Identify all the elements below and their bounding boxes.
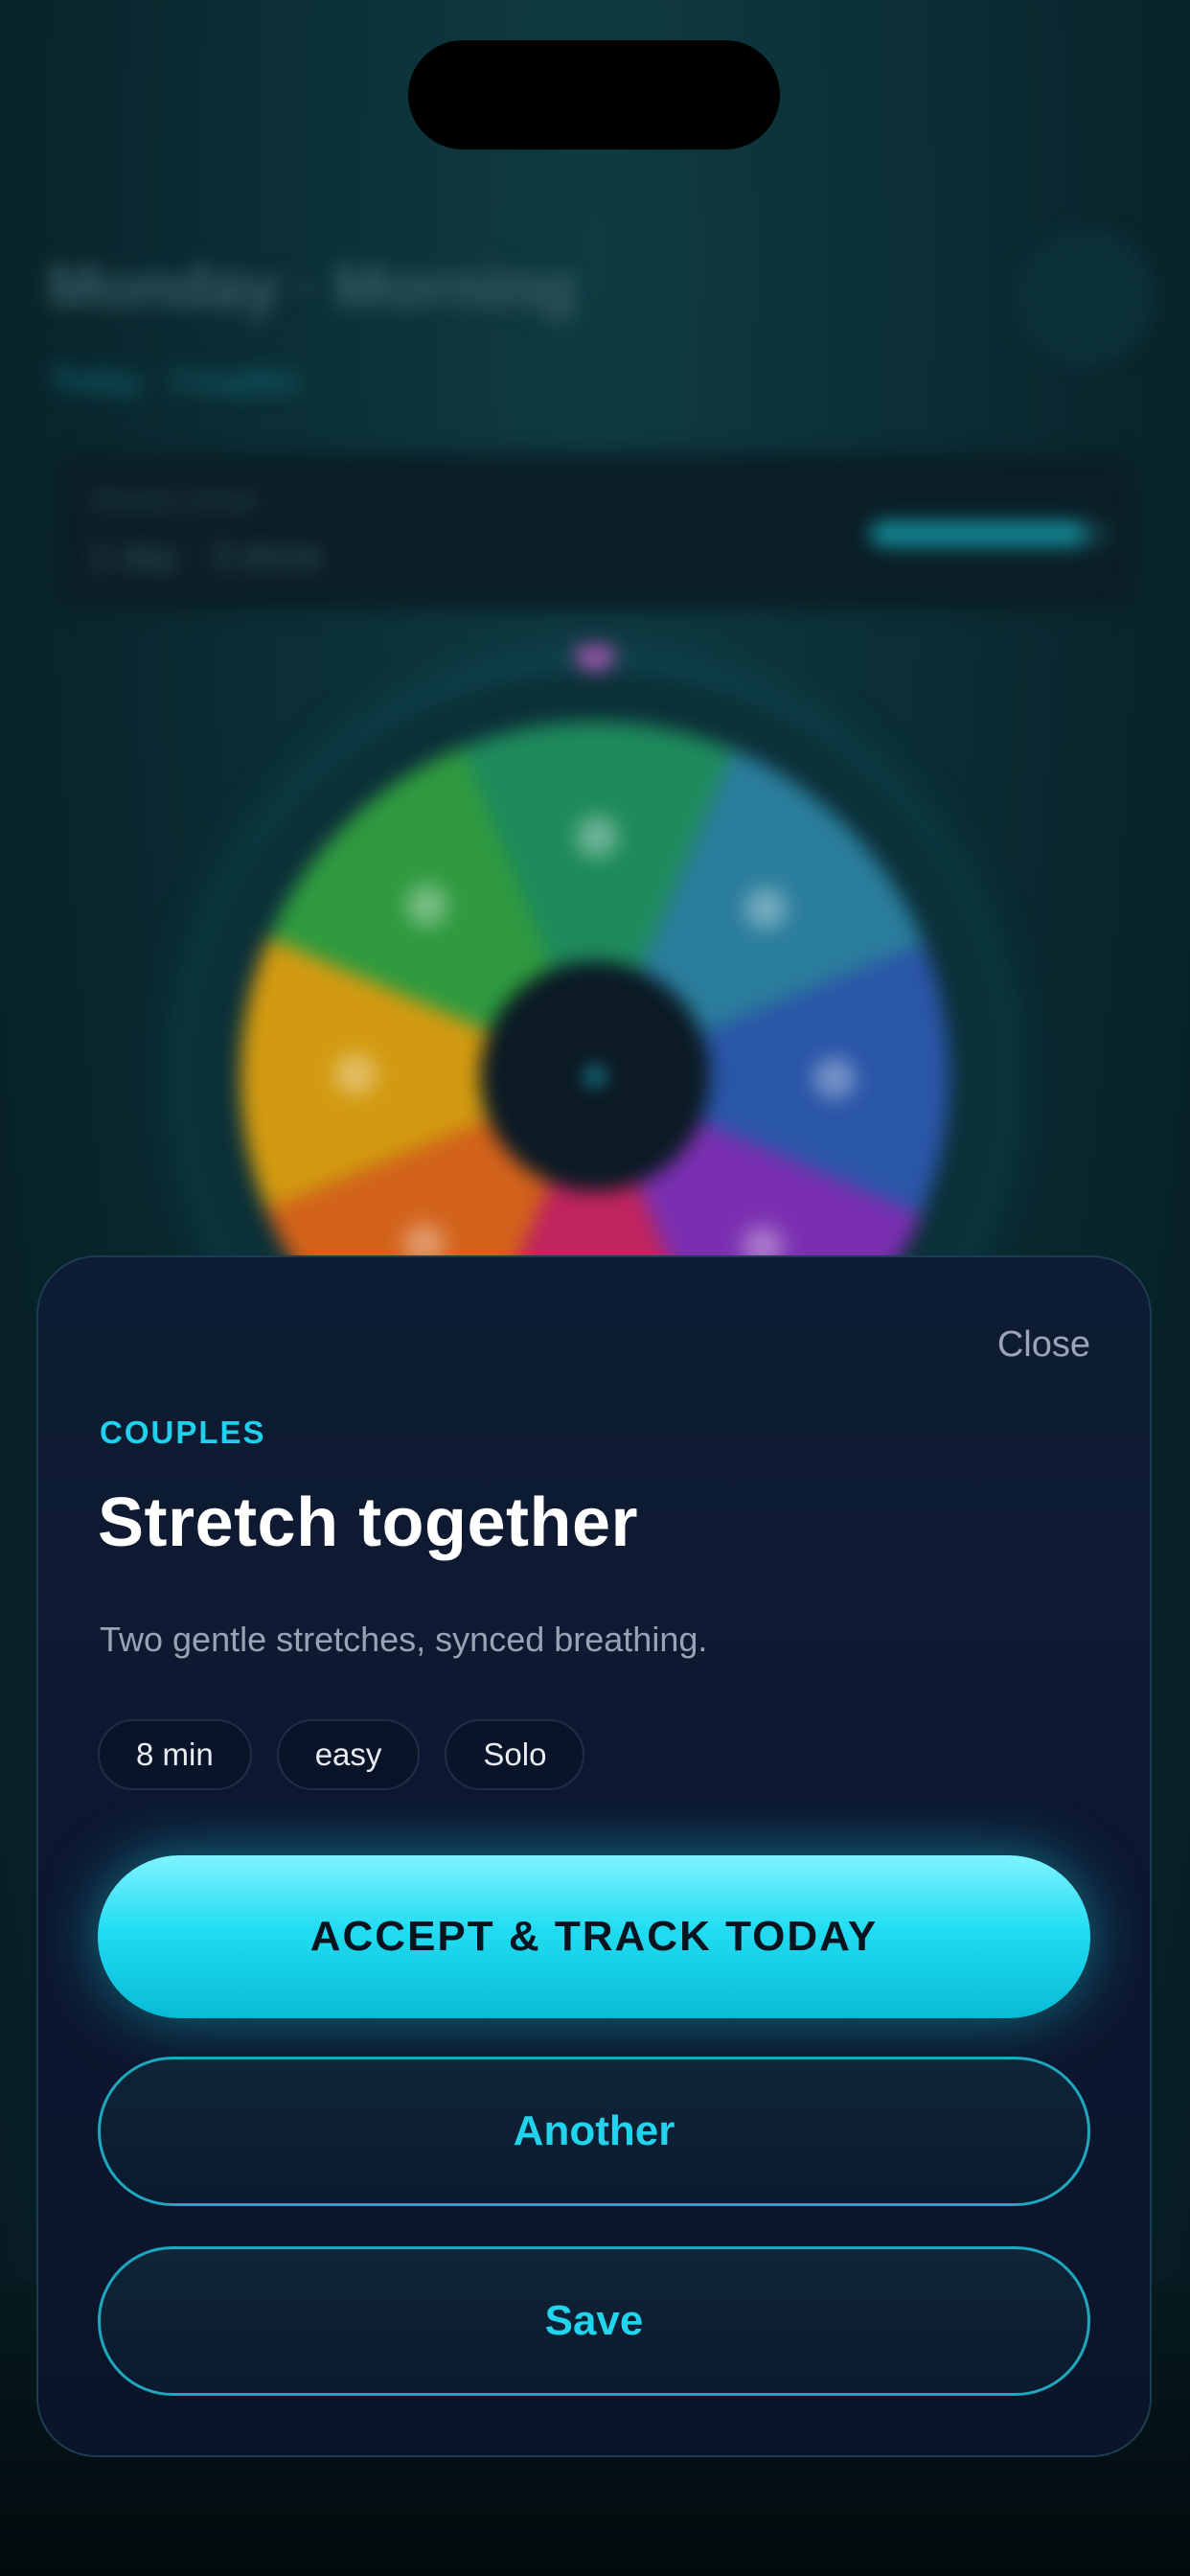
background-title: Monday · Morning [48,252,577,321]
dynamic-island [408,40,780,150]
activity-description: Two gentle stretches, synced breathing. [100,1620,708,1659]
tag-mode: Solo [445,1719,585,1790]
background-subtitle: Today · Couples [50,360,300,400]
accept-track-button[interactable]: ACCEPT & TRACK TODAY [98,1855,1090,2018]
activity-sheet: Close COUPLES Stretch together Two gentl… [36,1255,1152,2457]
wheel-segment-icon [405,884,448,927]
wheel-segment-icon [744,886,788,930]
save-button[interactable]: Save [98,2246,1090,2396]
activity-title: Stretch together [98,1484,639,1561]
tag-duration: 8 min [98,1719,252,1790]
wheel-segment-icon [812,1057,856,1100]
background-action-button [1021,232,1152,362]
another-button[interactable]: Another [98,2057,1090,2206]
close-button[interactable]: Close [997,1324,1090,1366]
wheel-hub-dot [587,1069,603,1084]
background-progress-label: Weekly streak [90,485,259,515]
wheel-segment-icon [576,816,619,859]
background-progress-value: 1 day · 3 done [90,537,323,577]
wheel-segment-icon [334,1052,378,1095]
background-progress-bar [870,521,1110,546]
background-progress-card: Weekly streak 1 day · 3 done [56,454,1136,610]
tag-difficulty: easy [276,1719,421,1790]
app-screen: Monday · Morning Today · Couples Weekly … [0,0,1190,2576]
activity-tags: 8 min easy Solo [98,1719,585,1790]
category-label: COUPLES [100,1414,266,1450]
background-progress-fill [870,521,1086,546]
